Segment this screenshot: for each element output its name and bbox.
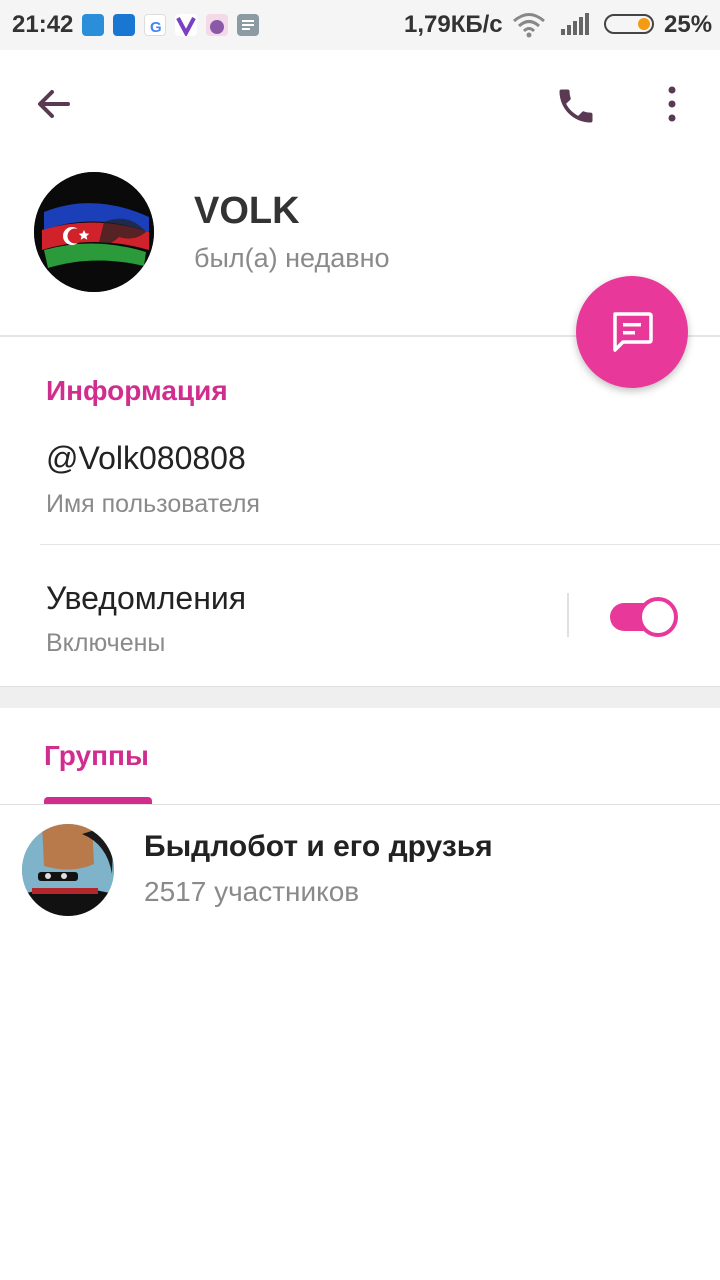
profile-last-seen: был(а) недавно xyxy=(194,243,390,273)
username-label: Имя пользователя xyxy=(46,490,260,518)
signal-icon xyxy=(560,13,590,40)
phone-call-icon[interactable] xyxy=(554,84,598,128)
chat-bubble-icon xyxy=(613,312,653,352)
notifications-title: Уведомления xyxy=(46,580,247,616)
tab-groups[interactable]: Группы xyxy=(44,740,149,772)
notifications-separator xyxy=(567,593,569,637)
app-notification-icon xyxy=(82,14,104,36)
svg-text:G: G xyxy=(150,19,162,36)
tab-divider xyxy=(0,804,720,805)
profile-avatar[interactable] xyxy=(34,172,154,292)
status-bar: 21:42 G 1,79КБ/с 25% xyxy=(0,0,720,50)
toggle-thumb xyxy=(638,597,678,637)
notifications-state: Включены xyxy=(46,629,166,657)
files-notification-icon xyxy=(113,14,135,36)
group-avatar xyxy=(22,824,114,916)
info-divider xyxy=(40,544,720,545)
wifi-icon xyxy=(512,12,546,43)
group-members-count: 2517 участников xyxy=(144,876,360,907)
info-section-title: Информация xyxy=(46,375,228,406)
network-speed: 1,79КБ/с xyxy=(404,11,503,38)
profile-name: VOLK xyxy=(194,190,300,232)
viber-notification-icon xyxy=(175,14,197,38)
app-bar xyxy=(0,50,720,160)
notifications-toggle[interactable] xyxy=(610,597,678,637)
group-name: Быдлобот и его друзья xyxy=(144,830,493,863)
battery-percent: 25% xyxy=(664,11,713,38)
cat-app-notification-icon xyxy=(206,14,228,36)
status-time: 21:42 xyxy=(12,11,74,38)
message-notification-icon xyxy=(237,14,259,36)
notification-icons: G xyxy=(82,14,259,38)
username-value: @Volk080808 xyxy=(46,440,246,476)
battery-icon xyxy=(604,14,654,34)
group-list-item[interactable]: Быдлобот и его друзья 2517 участников xyxy=(0,814,720,924)
back-arrow-icon[interactable] xyxy=(34,84,74,124)
more-options-icon[interactable] xyxy=(660,84,684,124)
send-message-button[interactable] xyxy=(576,276,688,388)
google-notification-icon: G xyxy=(144,14,166,36)
section-separator xyxy=(0,686,720,708)
